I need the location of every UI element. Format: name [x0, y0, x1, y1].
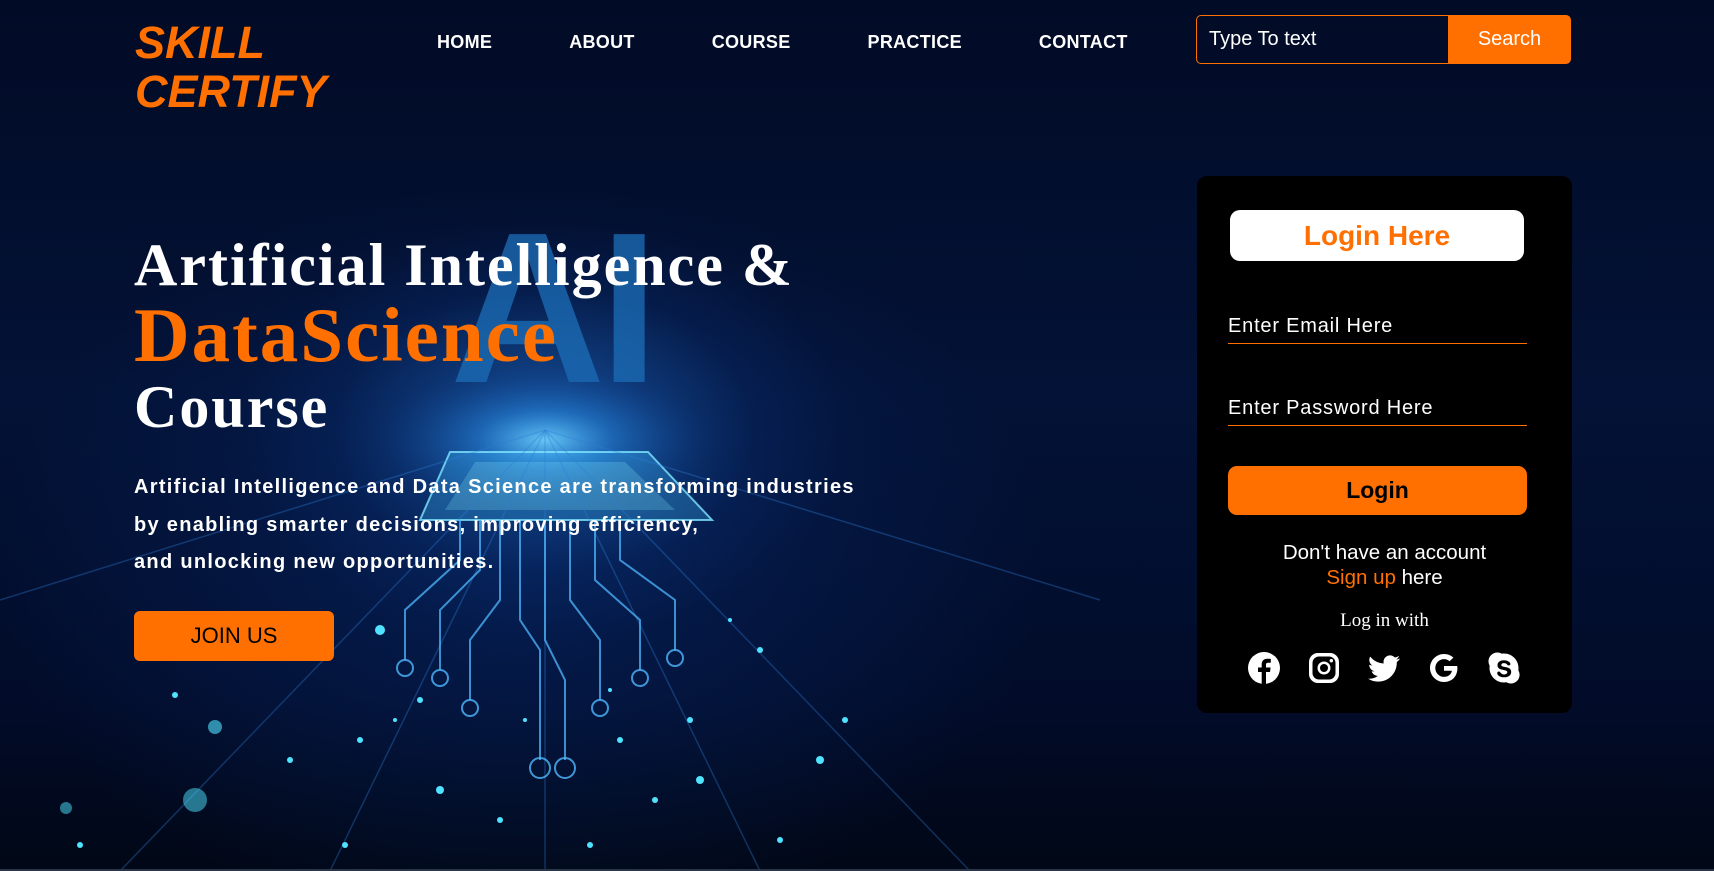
hero-title-line-3: Course: [134, 374, 330, 440]
nav-course[interactable]: COURSE: [712, 32, 791, 53]
no-account-text: Don't have an account: [1282, 541, 1487, 564]
signup-suffix: here: [1401, 566, 1443, 589]
nav-about[interactable]: ABOUT: [569, 32, 635, 53]
skype-icon[interactable]: [1487, 651, 1521, 685]
hero-description-line-3: and unlocking new opportunities.: [134, 551, 495, 573]
signup-prompt: Don't have an account Sign up here: [1197, 540, 1572, 590]
main-nav: HOME ABOUT COURSE PRACTICE CONTACT: [437, 32, 1128, 53]
login-button[interactable]: Login: [1228, 466, 1527, 515]
password-field[interactable]: [1228, 392, 1527, 426]
twitter-icon[interactable]: [1367, 651, 1401, 685]
hero-title-line-1: Artificial Intelligence &: [134, 232, 794, 298]
logo-line-1: SKILL: [135, 17, 265, 68]
email-field[interactable]: [1228, 310, 1527, 344]
signup-link[interactable]: Sign up: [1326, 566, 1396, 589]
site-logo[interactable]: SKILL CERTIFY: [135, 18, 327, 116]
nav-home[interactable]: HOME: [437, 32, 492, 53]
hero-title-line-2: DataScience: [134, 292, 558, 378]
hero-description-line-2: by enabling smarter decisions, improving…: [134, 513, 700, 536]
login-with-label: Log in with: [1340, 610, 1429, 631]
search-bar: Search: [1196, 15, 1571, 64]
instagram-icon[interactable]: [1307, 651, 1341, 685]
login-header: Login Here: [1230, 210, 1524, 261]
nav-contact[interactable]: CONTACT: [1039, 32, 1128, 53]
hero-title: Artificial Intelligence & DataScience Co…: [134, 232, 794, 440]
hero-description-line-1: Artificial Intelligence and Data Science…: [134, 476, 855, 498]
search-button[interactable]: Search: [1448, 15, 1571, 64]
social-login-icons: [1247, 651, 1521, 685]
google-icon[interactable]: [1427, 651, 1461, 685]
hero-description: Artificial Intelligence and Data Science…: [134, 469, 855, 582]
search-input[interactable]: [1196, 15, 1448, 64]
nav-practice[interactable]: PRACTICE: [868, 32, 962, 53]
facebook-icon[interactable]: [1247, 651, 1281, 685]
login-panel: Login Here Login Don't have an account S…: [1197, 176, 1572, 713]
logo-line-2: CERTIFY: [135, 66, 327, 117]
join-us-button[interactable]: JOIN US: [134, 611, 334, 661]
